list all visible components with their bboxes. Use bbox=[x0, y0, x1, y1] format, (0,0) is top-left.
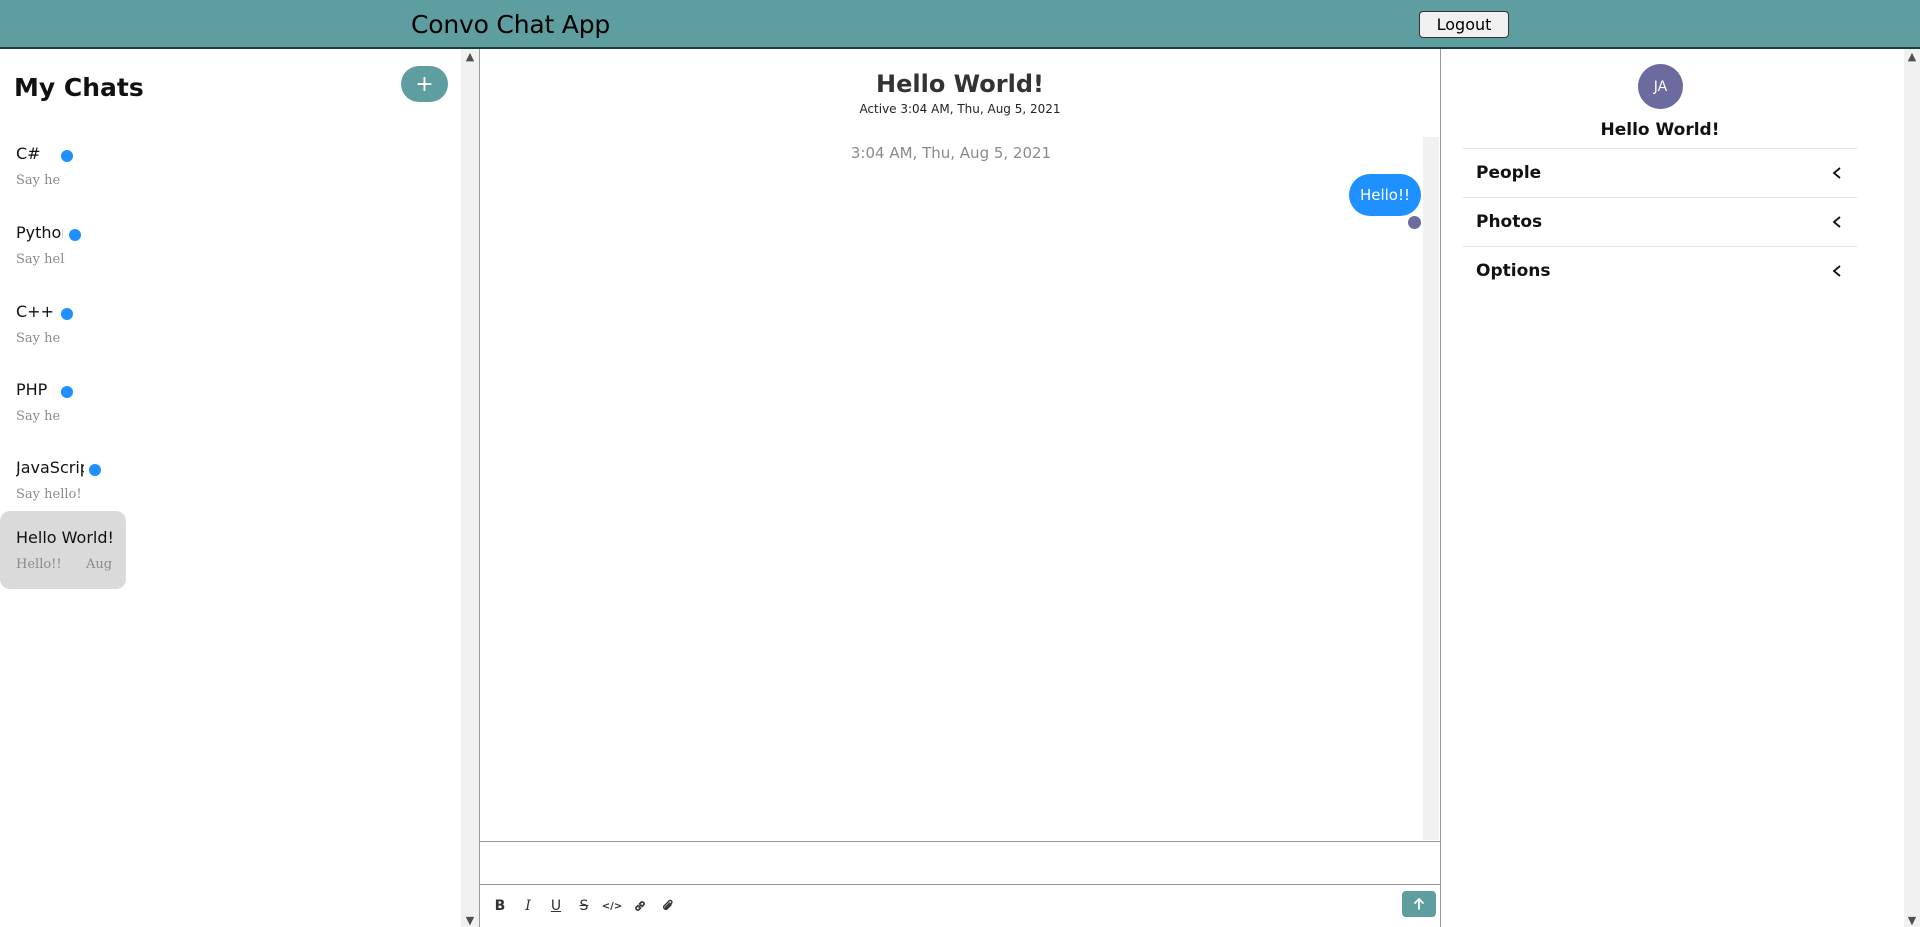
chat-list-item[interactable]: C++ Say hel bbox=[0, 288, 126, 366]
chat-panel bbox=[479, 49, 1441, 927]
scroll-down-icon[interactable]: ▼ bbox=[461, 913, 479, 927]
accordion-label: Photos bbox=[1476, 212, 1543, 232]
chat-name: C++ bbox=[16, 302, 54, 321]
app-title: Convo Chat App bbox=[411, 10, 611, 39]
chat-preview: Say hel bbox=[16, 409, 60, 424]
chat-list-item[interactable]: Pythor Say hello bbox=[0, 209, 126, 287]
bold-icon[interactable]: B bbox=[490, 896, 510, 916]
chat-preview: Say hello! bbox=[16, 487, 82, 502]
chat-title: Hello World! bbox=[876, 70, 1044, 98]
logout-button[interactable]: Logout bbox=[1419, 11, 1509, 38]
chat-list-item[interactable]: C# Say hel bbox=[0, 130, 126, 208]
accordion-photos[interactable]: Photos bbox=[1463, 197, 1857, 246]
chevron-left-icon bbox=[1832, 167, 1841, 179]
chat-preview: Say hel bbox=[16, 331, 60, 346]
my-chats-title: My Chats bbox=[14, 73, 144, 102]
details-title: Hello World! bbox=[1600, 120, 1720, 140]
accordion-label: People bbox=[1476, 163, 1542, 183]
add-chat-button[interactable]: + bbox=[401, 66, 448, 102]
avatar: JA bbox=[1638, 64, 1683, 109]
message-bubble-outgoing: Hello!! bbox=[1349, 174, 1421, 216]
scroll-up-icon[interactable]: ▲ bbox=[461, 49, 479, 63]
read-receipt-avatar bbox=[1408, 216, 1421, 229]
underline-icon[interactable]: U bbox=[546, 896, 566, 916]
accordion-label: Options bbox=[1476, 261, 1551, 281]
unread-dot-icon bbox=[61, 308, 73, 320]
strikethrough-icon[interactable]: S bbox=[574, 896, 594, 916]
chat-name: C# bbox=[16, 144, 41, 163]
accordion-people[interactable]: People bbox=[1463, 148, 1857, 197]
chevron-left-icon bbox=[1832, 265, 1841, 277]
chat-name: Hello World! bbox=[16, 528, 114, 547]
message-composer[interactable] bbox=[480, 841, 1440, 885]
chat-preview: Say hello bbox=[16, 252, 65, 267]
chat-preview: Say hel bbox=[16, 173, 60, 188]
link-icon[interactable] bbox=[630, 896, 650, 916]
code-icon[interactable]: </> bbox=[602, 896, 622, 916]
accordion-options[interactable]: Options bbox=[1463, 246, 1857, 295]
details-scrollbar[interactable]: ▲ ▼ bbox=[1904, 49, 1920, 927]
chevron-left-icon bbox=[1832, 216, 1841, 228]
unread-dot-icon bbox=[61, 150, 73, 162]
chat-name: Pythor bbox=[16, 223, 63, 242]
unread-dot-icon bbox=[61, 386, 73, 398]
formatting-toolbar: B I U S </> bbox=[480, 885, 1440, 927]
chat-list-item[interactable]: PHP Say hel bbox=[0, 366, 126, 444]
messages-scrollbar[interactable] bbox=[1423, 137, 1439, 840]
chat-date: Aug bbox=[86, 557, 113, 572]
send-button[interactable] bbox=[1402, 891, 1436, 917]
italic-icon[interactable]: I bbox=[518, 896, 538, 916]
message-input[interactable] bbox=[480, 842, 1440, 884]
scroll-down-icon[interactable]: ▼ bbox=[1904, 913, 1920, 927]
arrow-up-icon bbox=[1414, 898, 1424, 910]
chat-active-status: Active 3:04 AM, Thu, Aug 5, 2021 bbox=[859, 102, 1061, 116]
scroll-up-icon[interactable]: ▲ bbox=[1904, 49, 1920, 63]
chat-list-item-selected[interactable]: Hello World! Hello!! Aug bbox=[0, 511, 126, 589]
chat-name: JavaScrip bbox=[16, 458, 84, 477]
chat-preview: Hello!! bbox=[16, 557, 62, 572]
unread-dot-icon bbox=[89, 464, 101, 476]
attachment-icon[interactable] bbox=[658, 896, 678, 916]
message-timestamp: 3:04 AM, Thu, Aug 5, 2021 bbox=[850, 144, 1052, 162]
chat-name: PHP bbox=[16, 380, 48, 399]
app-header: Convo Chat App Logout bbox=[0, 0, 1920, 49]
sidebar-scrollbar[interactable]: ▲ ▼ bbox=[461, 49, 479, 927]
unread-dot-icon bbox=[69, 229, 81, 241]
